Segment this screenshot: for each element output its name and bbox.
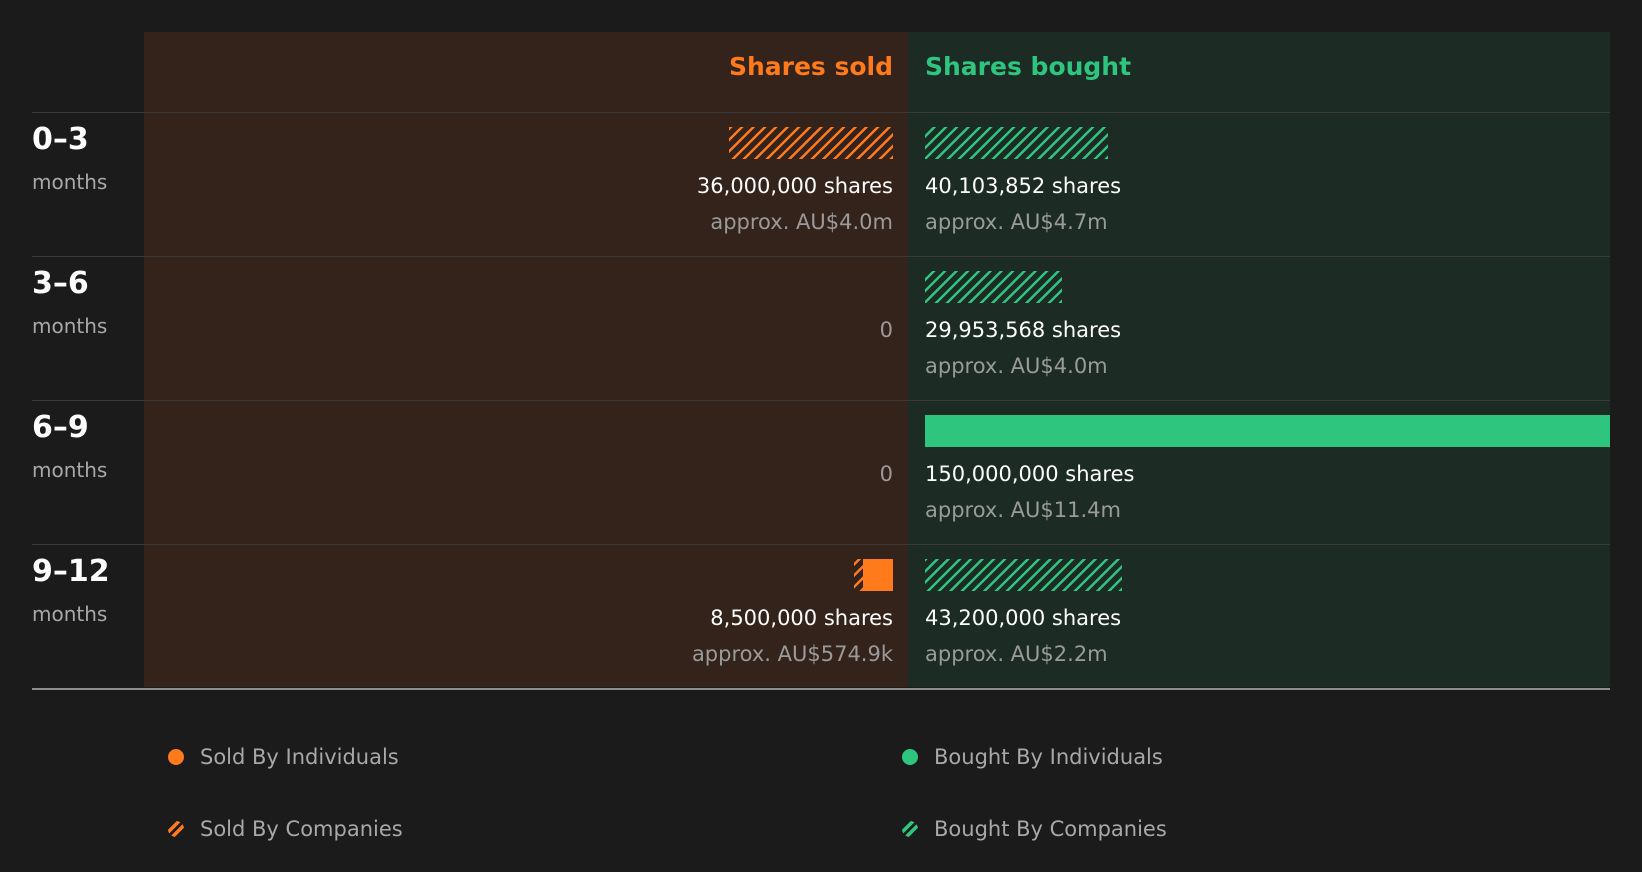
period-unit-label: months [32, 458, 108, 482]
period-label: 3–6 [32, 266, 89, 301]
legend-item[interactable]: Sold By Companies [168, 814, 403, 844]
legend-item[interactable]: Sold By Individuals [168, 742, 399, 772]
bought-by-companies-segment[interactable] [925, 271, 1062, 303]
bought-approx-value: approx. AU$4.0m [925, 354, 1108, 378]
bought-by-companies-segment[interactable] [925, 559, 1123, 591]
legend-label: Sold By Companies [200, 817, 403, 841]
bought-shares-value: 150,000,000 shares [925, 462, 1135, 486]
row-divider [32, 400, 1610, 401]
bought-approx-value: approx. AU$2.2m [925, 642, 1108, 666]
sold-zero-value: 0 [879, 318, 893, 342]
bought-approx-value: approx. AU$4.7m [925, 210, 1108, 234]
sold-by-companies-segment[interactable] [728, 127, 893, 159]
chart-baseline [32, 688, 1610, 690]
sold-approx-value: approx. AU$574.9k [691, 642, 893, 666]
sold-bar[interactable] [854, 559, 893, 591]
legend-label: Bought By Companies [934, 817, 1167, 841]
bought-shares-value: 29,953,568 shares [925, 318, 1122, 342]
sold-by-individuals-segment[interactable] [863, 559, 893, 591]
period-unit-label: months [32, 170, 108, 194]
legend-item[interactable]: Bought By Companies [902, 814, 1167, 844]
legend-swatch-icon [902, 749, 918, 765]
header-divider [32, 112, 1610, 113]
legend-swatch-icon [168, 821, 184, 837]
period-row: 0–3 months 36,000,000 shares approx. AU$4.0… [0, 112, 1642, 256]
sold-by-companies-segment[interactable] [854, 559, 864, 591]
period-row: 3–6 months 0 29,953,568 shares approx. AU$4.… [0, 256, 1642, 400]
legend-label: Sold By Individuals [200, 745, 399, 769]
period-row: 6–9 months 0 150,000,000 shares approx. AU$1… [0, 400, 1642, 544]
period-label: 6–9 [32, 410, 89, 445]
legend-swatch-icon [902, 821, 918, 837]
bought-bar[interactable] [925, 559, 1123, 591]
insider-trading-chart: Shares sold Shares bought 0–3 months 36,00… [0, 0, 1642, 872]
bought-approx-value: approx. AU$11.4m [925, 498, 1121, 522]
period-label: 9–12 [32, 554, 110, 589]
bought-shares-value: 40,103,852 shares [925, 174, 1122, 198]
row-divider [32, 544, 1610, 545]
bought-shares-value: 43,200,000 shares [925, 606, 1122, 630]
bought-bar[interactable] [925, 127, 1109, 159]
shares-bought-header: Shares bought [925, 52, 1132, 81]
bought-by-individuals-segment[interactable] [925, 415, 1610, 447]
shares-sold-header: Shares sold [728, 52, 893, 81]
bought-bar[interactable] [925, 415, 1610, 447]
period-unit-label: months [32, 602, 108, 626]
bought-by-companies-segment[interactable] [925, 127, 1109, 159]
period-unit-label: months [32, 314, 108, 338]
bought-bar[interactable] [925, 271, 1062, 303]
sold-shares-value: 36,000,000 shares [696, 174, 893, 198]
sold-approx-value: approx. AU$4.0m [710, 210, 893, 234]
sold-zero-value: 0 [879, 462, 893, 486]
sold-bar[interactable] [728, 127, 893, 159]
period-row: 9–12 months 8,500,000 shares approx. AU$574… [0, 544, 1642, 688]
legend-swatch-icon [168, 749, 184, 765]
sold-shares-value: 8,500,000 shares [710, 606, 893, 630]
row-divider [32, 256, 1610, 257]
legend-item[interactable]: Bought By Individuals [902, 742, 1163, 772]
legend-label: Bought By Individuals [934, 745, 1163, 769]
period-label: 0–3 [32, 122, 89, 157]
